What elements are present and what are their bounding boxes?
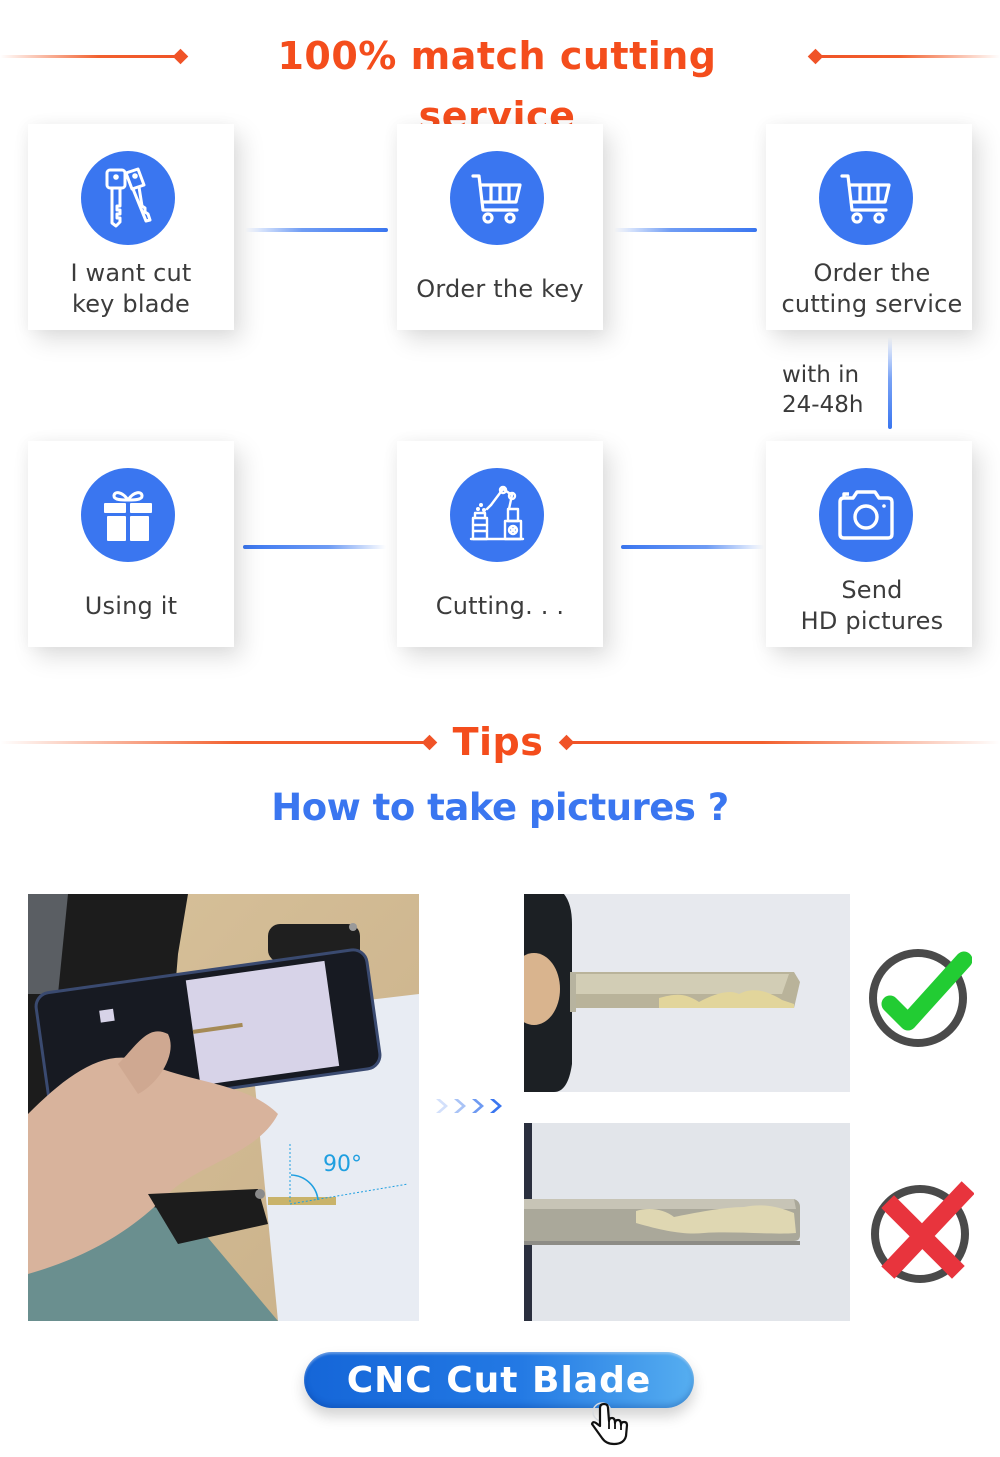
step-connector	[243, 545, 386, 549]
x-circle-icon	[866, 1180, 975, 1288]
robot-arm-icon	[450, 468, 544, 562]
diamond-icon	[421, 734, 438, 751]
header-line-left	[0, 741, 430, 744]
shopping-cart-icon	[819, 151, 913, 245]
step-label-line: I want cut	[70, 259, 192, 287]
step-connector-vertical	[888, 337, 892, 429]
step-connector	[621, 545, 764, 549]
header-line-right	[568, 741, 1000, 744]
step-label-line: Order the	[813, 259, 931, 287]
step-label-line: key blade	[71, 290, 191, 318]
photo-taking-demonstration: 90°	[28, 894, 419, 1321]
how-to-take-pictures-title: How to take pictures ?	[271, 786, 729, 829]
step-label: Cutting. . .	[397, 591, 603, 622]
step-label-line: Cutting. . .	[435, 592, 565, 620]
camera-icon	[819, 468, 913, 562]
shopping-cart-icon	[450, 151, 544, 245]
step-label: Order the cutting service	[766, 258, 978, 320]
turnaround-time: with in 24-48h	[782, 360, 863, 420]
step-label-line: HD pictures	[800, 607, 944, 635]
step-label: Using it	[28, 591, 234, 622]
step-card-want-cut: I want cut key blade	[28, 124, 234, 330]
step-label: I want cut key blade	[28, 258, 234, 320]
step-connector	[245, 228, 388, 232]
turnaround-line: with in	[782, 362, 860, 388]
check-circle-icon	[864, 944, 973, 1052]
header-line-right	[816, 55, 1000, 58]
step-label-line: Using it	[84, 592, 178, 620]
turnaround-line: 24-48h	[782, 392, 864, 418]
step-card-using-it: Using it	[28, 441, 234, 647]
cta-label: CNC Cut Blade	[346, 1359, 652, 1401]
step-label: Order the key	[397, 274, 603, 305]
step-card-order-key: Order the key	[397, 124, 603, 330]
chevrons-right-icon	[434, 1096, 514, 1116]
section-title: Tips	[452, 720, 544, 764]
correct-photo	[524, 894, 850, 1092]
step-label: Send HD pictures	[766, 575, 978, 637]
step-connector	[614, 228, 757, 232]
cnc-cut-blade-button[interactable]: CNC Cut Blade	[304, 1352, 694, 1408]
hand-pointer-icon	[582, 1398, 632, 1448]
step-card-order-cutting-service: Order the cutting service	[766, 124, 972, 330]
gift-icon	[81, 468, 175, 562]
diamond-icon	[172, 48, 189, 65]
step-label-line: cutting service	[781, 290, 963, 318]
section-header-tips: Tips	[0, 712, 1000, 772]
step-card-cutting: Cutting. . .	[397, 441, 603, 647]
step-card-send-pictures: Send HD pictures	[766, 441, 972, 647]
step-label-line: Send	[841, 576, 903, 604]
section-header-match-cutting: 100% match cutting service	[0, 26, 1000, 138]
header-line-left	[0, 55, 180, 58]
incorrect-photo	[524, 1123, 850, 1321]
step-label-line: Order the key	[416, 275, 584, 303]
angle-annotation: 90°	[323, 1152, 362, 1177]
section-title: 100% match cutting service	[277, 34, 717, 138]
keys-icon	[81, 151, 175, 245]
